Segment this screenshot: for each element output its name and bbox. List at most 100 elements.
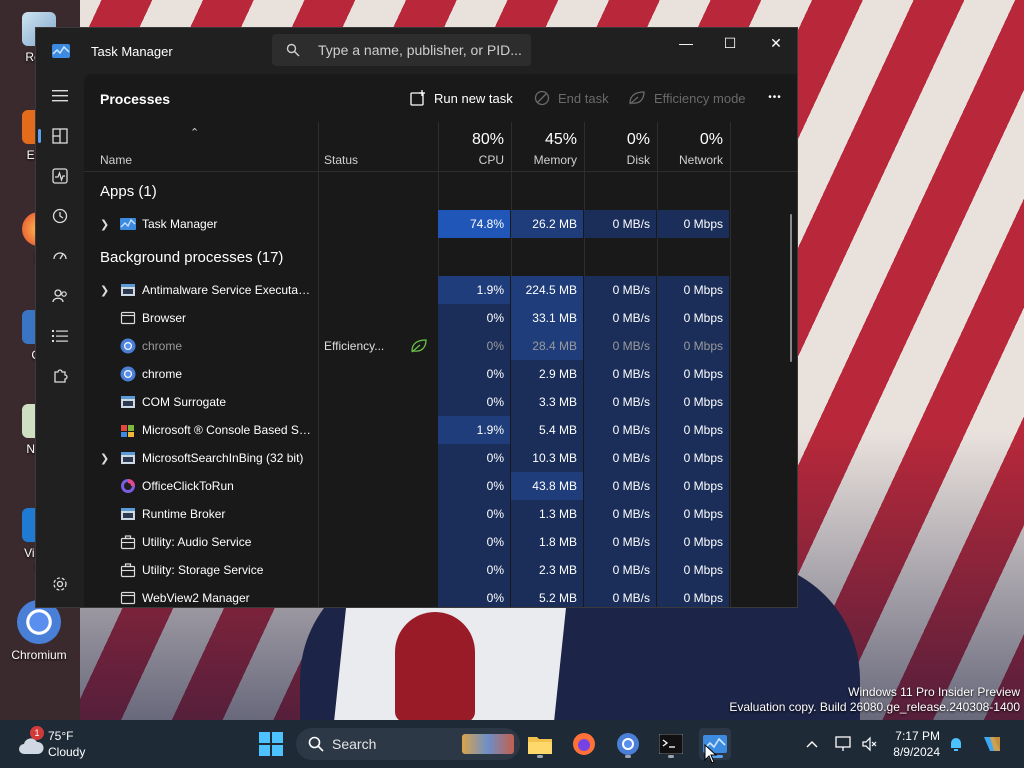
table-row[interactable]: chrome Efficiency... 0% 28.4 MB 0 MB/s 0 Mbps [84,332,797,360]
disk-total-percent: 0% [626,131,650,148]
minimize-button[interactable]: — [663,28,709,58]
chromium-icon [617,733,639,755]
close-button[interactable]: ✕ [753,28,797,58]
bell-icon [951,738,961,751]
network-cell: 0 Mbps [657,472,729,500]
search-input[interactable] [318,42,528,58]
more-options-button[interactable]: ••• [763,88,787,108]
column-header-disk[interactable]: 0% Disk [584,122,656,172]
details-list-icon [52,330,68,342]
memory-cell: 2.9 MB [511,360,583,388]
network-cell: 0 Mbps [657,210,729,238]
nav-performance[interactable] [44,160,76,192]
notifications-button[interactable] [940,728,972,760]
users-icon [52,289,67,303]
column-header-cpu[interactable]: 80% CPU [438,122,510,172]
nav-users[interactable] [44,280,76,312]
search-box[interactable] [272,34,531,66]
cpu-cell: 1.9% [438,276,510,304]
process-name: COM Surrogate [142,395,227,409]
taskbar-firefox[interactable] [568,728,600,760]
column-status-label: Status [324,153,359,167]
process-name: chrome [142,367,183,381]
network-cell: 0 Mbps [657,304,729,332]
column-header-name[interactable]: Name [84,122,318,172]
process-name: Runtime Broker [142,507,226,521]
network-cell: 0 Mbps [657,276,729,304]
network-cell: 0 Mbps [657,500,729,528]
table-row[interactable]: ❯ MicrosoftSearchInBing (32 bit) 0% 10.3 MB… [84,444,797,472]
end-task-button[interactable]: End task [534,88,609,108]
chevron-right-icon[interactable]: ❯ [100,284,109,297]
table-row[interactable]: WebView2 Manager 0% 5.2 MB 0 MB/s 0 Mbps [84,584,797,607]
volume-muted-icon [862,736,877,752]
taskbar-search[interactable]: Search [296,728,520,760]
minimize-icon: — [679,35,693,51]
efficiency-mode-button[interactable]: Efficiency mode [628,88,746,108]
memory-cell: 5.4 MB [511,416,583,444]
disk-cell: 0 MB/s [584,556,656,584]
memory-total-percent: 45% [544,131,577,148]
chromium-icon [120,338,136,354]
table-row[interactable]: Runtime Broker 0% 1.3 MB 0 MB/s 0 Mbps [84,500,797,528]
taskbar-file-explorer[interactable] [524,728,556,760]
table-row[interactable]: Browser 0% 33.1 MB 0 MB/s 0 Mbps [84,304,797,332]
vertical-scrollbar[interactable] [790,214,792,362]
display-network-icon [835,736,851,751]
taskbar-terminal[interactable] [655,728,687,760]
briefcase-icon [120,535,136,550]
disk-cell: 0 MB/s [584,332,656,360]
table-row[interactable]: COM Surrogate 0% 3.3 MB 0 MB/s 0 Mbps [84,388,797,416]
efficiency-mode-label: Efficiency mode [654,90,746,106]
memory-cell: 2.3 MB [511,556,583,584]
nav-details[interactable] [44,320,76,352]
window-icon [121,284,135,296]
nav-app-history[interactable] [44,200,76,232]
table-row[interactable]: ❯ Antimalware Service Executable 1.9% 224.5… [84,276,797,304]
cpu-cell: 0% [438,584,510,607]
search-icon [308,736,324,752]
column-header-memory[interactable]: 45% Memory [511,122,583,172]
title-bar[interactable]: Task Manager — ☐ ✕ [36,28,797,74]
cpu-label: CPU [478,153,504,167]
copilot-button[interactable] [976,728,1008,760]
desktop-icon-chromium[interactable]: Chromium [4,600,74,662]
taskbar-search-label: Search [332,736,377,752]
column-header-status[interactable]: Status [318,122,438,172]
process-name: MicrosoftSearchInBing (32 bit) [142,451,304,465]
table-row[interactable]: Microsoft ® Console Based Sc... 1.9% 5.4 M… [84,416,797,444]
history-clock-icon [52,208,68,224]
table-row[interactable]: ❯ Task Manager 74.8% 26.2 MB 0 MB/s 0 Mbps [84,210,797,238]
show-hidden-icons-button[interactable] [796,728,828,760]
taskbar-chromium[interactable] [612,728,644,760]
task-manager-window: Task Manager — ☐ ✕ [35,27,798,608]
table-row[interactable]: Utility: Audio Service 0% 1.8 MB 0 MB/s 0 Mb… [84,528,797,556]
cpu-cell: 1.9% [438,416,510,444]
watermark-line-2: Evaluation copy. Build 26080.ge_release.… [729,700,1020,714]
table-row[interactable]: Utility: Storage Service 0% 2.3 MB 0 MB/s 0 … [84,556,797,584]
nav-settings[interactable] [44,568,76,600]
nav-menu-toggle[interactable] [44,80,76,112]
table-header: ⌃ Name Status 80% CPU 45% Memory 0% Disk… [84,122,797,172]
memory-cell: 33.1 MB [511,304,583,332]
chevron-right-icon[interactable]: ❯ [100,452,109,465]
clock[interactable]: 7:17 PM 8/9/2024 [878,728,940,760]
nav-services[interactable] [44,360,76,392]
nav-processes[interactable] [38,120,76,152]
efficiency-leaf-icon [629,91,645,105]
network-cell: 0 Mbps [657,332,729,360]
search-highlight-icon [462,734,514,754]
chevron-right-icon[interactable]: ❯ [100,218,109,231]
nav-startup-apps[interactable] [44,240,76,272]
hamburger-menu-icon [52,90,68,102]
run-new-task-button[interactable]: Run new task [410,88,513,108]
speedometer-icon [53,252,67,260]
table-row[interactable]: OfficeClickToRun 0% 43.8 MB 0 MB/s 0 Mbps [84,472,797,500]
column-header-network[interactable]: 0% Network [657,122,729,172]
maximize-button[interactable]: ☐ [707,28,753,58]
memory-cell: 5.2 MB [511,584,583,607]
window-title: Task Manager [91,44,173,59]
table-row[interactable]: chrome 0% 2.9 MB 0 MB/s 0 Mbps [84,360,797,388]
start-button[interactable] [255,728,287,760]
weather-widget[interactable]: 1 75°F Cloudy [18,726,85,760]
